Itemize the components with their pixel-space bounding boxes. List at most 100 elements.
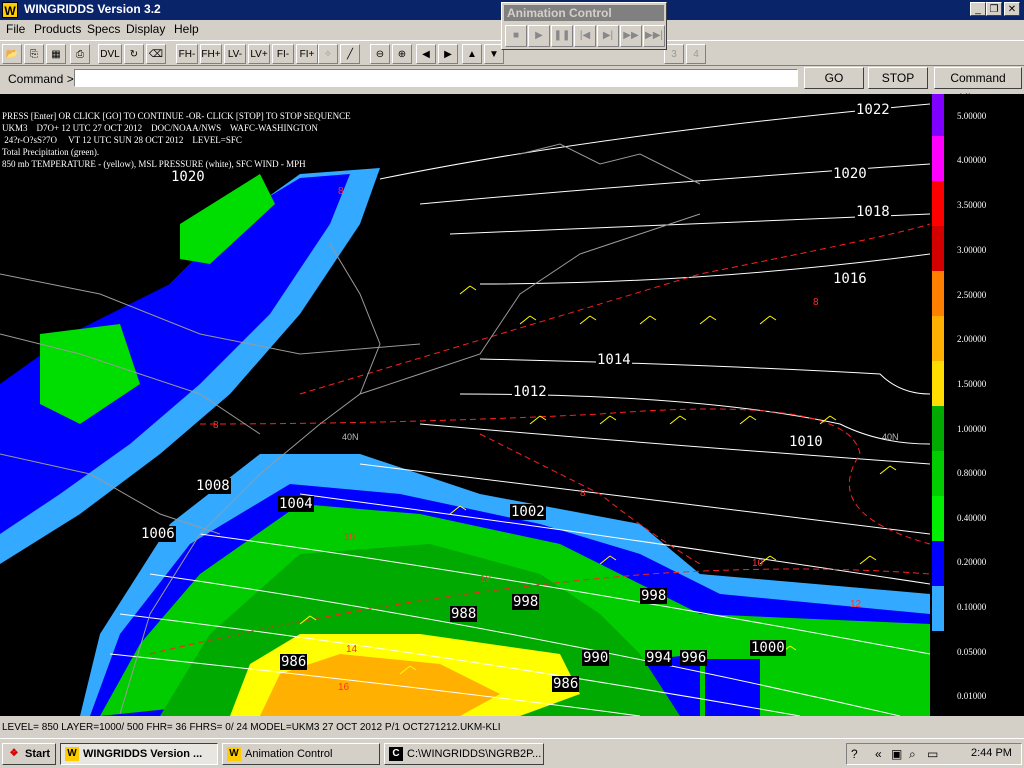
temp-label: 12 bbox=[480, 574, 492, 585]
fh-plus-button[interactable]: FH+ bbox=[200, 44, 222, 64]
colorbar-label: 0.40000 bbox=[957, 513, 987, 523]
isobar-label: 1012 bbox=[512, 384, 548, 400]
isobar-label: 986 bbox=[280, 654, 308, 670]
task-label: Animation Control bbox=[245, 748, 333, 760]
arrow-left-icon[interactable]: ◀ bbox=[416, 44, 436, 64]
menu-help[interactable]: Help bbox=[174, 22, 199, 36]
colorbar-label: 0.05000 bbox=[957, 647, 987, 657]
isobar-label: 986 bbox=[552, 676, 580, 692]
help-icon[interactable]: ? bbox=[851, 747, 858, 761]
isobar-label: 1010 bbox=[788, 434, 824, 450]
temp-label: 10 bbox=[344, 532, 356, 543]
panel-3-button[interactable]: 3 bbox=[664, 44, 684, 64]
isobar-label: 1022 bbox=[855, 102, 891, 118]
temp-label: 8 bbox=[338, 186, 344, 197]
zoom-in-icon[interactable]: ⊕ bbox=[392, 44, 412, 64]
temp-label: 14 bbox=[346, 644, 358, 655]
minimize-button[interactable]: _ bbox=[970, 2, 986, 16]
refresh-icon[interactable]: ↻ bbox=[124, 44, 144, 64]
task-console[interactable]: C C:\WINGRIDDS\NGRB2P... bbox=[384, 743, 544, 765]
maximize-button[interactable]: ❐ bbox=[986, 2, 1002, 16]
windows-icon: ❖ bbox=[9, 748, 19, 759]
clock[interactable]: 2:44 PM bbox=[971, 747, 1012, 759]
first-frame-icon[interactable]: |◀ bbox=[574, 25, 596, 47]
network-icon[interactable]: ▣ bbox=[891, 747, 902, 761]
animation-control-title[interactable]: Animation Control bbox=[504, 5, 664, 21]
temp-label: 8 bbox=[813, 297, 819, 308]
loop-icon[interactable]: ▶▶ bbox=[620, 25, 642, 47]
colorbar: 5.00000 4.00000 3.50000 3.00000 2.50000 … bbox=[930, 94, 1024, 716]
weather-map[interactable]: PRESS [Enter] OR CLICK [GO] TO CONTINUE … bbox=[0, 94, 930, 716]
latitude-label: 40N bbox=[882, 432, 899, 442]
erase-icon[interactable]: ⌫ bbox=[146, 44, 166, 64]
lv-minus-button[interactable]: LV- bbox=[224, 44, 246, 64]
colorbar-label: 1.50000 bbox=[957, 379, 987, 389]
print-icon[interactable]: ⎙ bbox=[70, 44, 90, 64]
colorbar-label: 3.00000 bbox=[957, 245, 987, 255]
open-icon[interactable]: 📂 bbox=[2, 44, 22, 64]
map-header-line: UKM3 D7O+ 12 UTC 27 OCT 2012 DOC/NOAA/NW… bbox=[2, 123, 318, 133]
arrow-right-icon[interactable]: ▶ bbox=[438, 44, 458, 64]
lv-plus-button[interactable]: LV+ bbox=[248, 44, 270, 64]
isobar-label: 1020 bbox=[170, 169, 206, 185]
zoom-out-icon[interactable]: ⊖ bbox=[370, 44, 390, 64]
command-history-button[interactable]: Command History bbox=[934, 67, 1022, 105]
colorbar-label: 0.80000 bbox=[957, 468, 987, 478]
close-button[interactable]: ✕ bbox=[1004, 2, 1020, 16]
menu-products[interactable]: Products bbox=[34, 22, 81, 36]
play-icon[interactable]: ▶ bbox=[528, 25, 550, 47]
map-header-line: Total Precipitation (green). bbox=[2, 147, 100, 157]
fi-plus-button[interactable]: FI+ bbox=[296, 44, 318, 64]
task-label: C:\WINGRIDDS\NGRB2P... bbox=[407, 748, 542, 760]
line-icon[interactable]: ╱ bbox=[340, 44, 360, 64]
temp-label: 8 bbox=[580, 488, 586, 499]
search-icon[interactable]: ⌕ bbox=[909, 747, 916, 762]
fi-minus-button[interactable]: FI- bbox=[272, 44, 294, 64]
map-header-line: 24?r-O?sS?7O VT 12 UTC SUN 28 OCT 2012 L… bbox=[2, 135, 242, 145]
monitor-icon[interactable]: ▭ bbox=[927, 747, 938, 761]
colorbar-label: 0.20000 bbox=[957, 557, 987, 567]
task-wingridds[interactable]: W WINGRIDDS Version ... bbox=[60, 743, 218, 765]
window-title: WINGRIDDS Version 3.2 bbox=[24, 2, 161, 16]
menu-file[interactable]: File bbox=[6, 22, 25, 36]
taskbar: ❖ Start W WINGRIDDS Version ... W Animat… bbox=[0, 738, 1024, 768]
wand-icon[interactable]: ✧ bbox=[318, 44, 338, 64]
console-icon: C bbox=[389, 747, 403, 761]
copy-icon[interactable]: ⎘ bbox=[24, 44, 44, 64]
isobar-label: 994 bbox=[645, 650, 673, 666]
stop-button[interactable]: STOP bbox=[868, 67, 928, 89]
expand-tray-icon[interactable]: « bbox=[875, 747, 882, 761]
save-icon[interactable]: ▦ bbox=[46, 44, 66, 64]
colorbar-label: 5.00000 bbox=[957, 111, 987, 121]
temp-label: 10 bbox=[752, 558, 764, 569]
isobar-label: 1006 bbox=[140, 526, 176, 542]
panel-4-button[interactable]: 4 bbox=[686, 44, 706, 64]
isobar-label: 1008 bbox=[195, 478, 231, 494]
go-button[interactable]: GO bbox=[804, 67, 864, 89]
pause-icon[interactable]: ❚❚ bbox=[551, 25, 573, 47]
map-header-line: PRESS [Enter] OR CLICK [GO] TO CONTINUE … bbox=[2, 111, 351, 121]
stop-icon[interactable]: ■ bbox=[505, 25, 527, 47]
animation-control-dialog: Animation Control ■ ▶ ❚❚ |◀ ▶| ▶▶ ▶▶| bbox=[501, 2, 667, 50]
latitude-label: 40N bbox=[342, 432, 359, 442]
isobar-label: 1018 bbox=[855, 204, 891, 220]
rock-icon[interactable]: ▶▶| bbox=[643, 25, 665, 47]
fh-minus-button[interactable]: FH- bbox=[176, 44, 198, 64]
arrow-up-icon[interactable]: ▲ bbox=[462, 44, 482, 64]
command-input[interactable] bbox=[74, 69, 798, 87]
app-icon: W bbox=[2, 2, 18, 18]
task-animation-control[interactable]: W Animation Control bbox=[222, 743, 380, 765]
temp-label: 12 bbox=[850, 599, 862, 610]
last-frame-icon[interactable]: ▶| bbox=[597, 25, 619, 47]
colorbar-label: 4.00000 bbox=[957, 155, 987, 165]
isobar-label: 988 bbox=[450, 606, 478, 622]
dvl-button[interactable]: DVL bbox=[98, 44, 122, 64]
isobar-label: 996 bbox=[680, 650, 708, 666]
wingridds-icon: W bbox=[65, 747, 79, 761]
menu-specs[interactable]: Specs bbox=[87, 22, 120, 36]
isobar-label: 1004 bbox=[278, 496, 314, 512]
isobar-label: 1000 bbox=[750, 640, 786, 656]
start-button[interactable]: ❖ Start bbox=[2, 743, 56, 765]
menu-display[interactable]: Display bbox=[126, 22, 165, 36]
temp-label: 16 bbox=[338, 682, 350, 693]
